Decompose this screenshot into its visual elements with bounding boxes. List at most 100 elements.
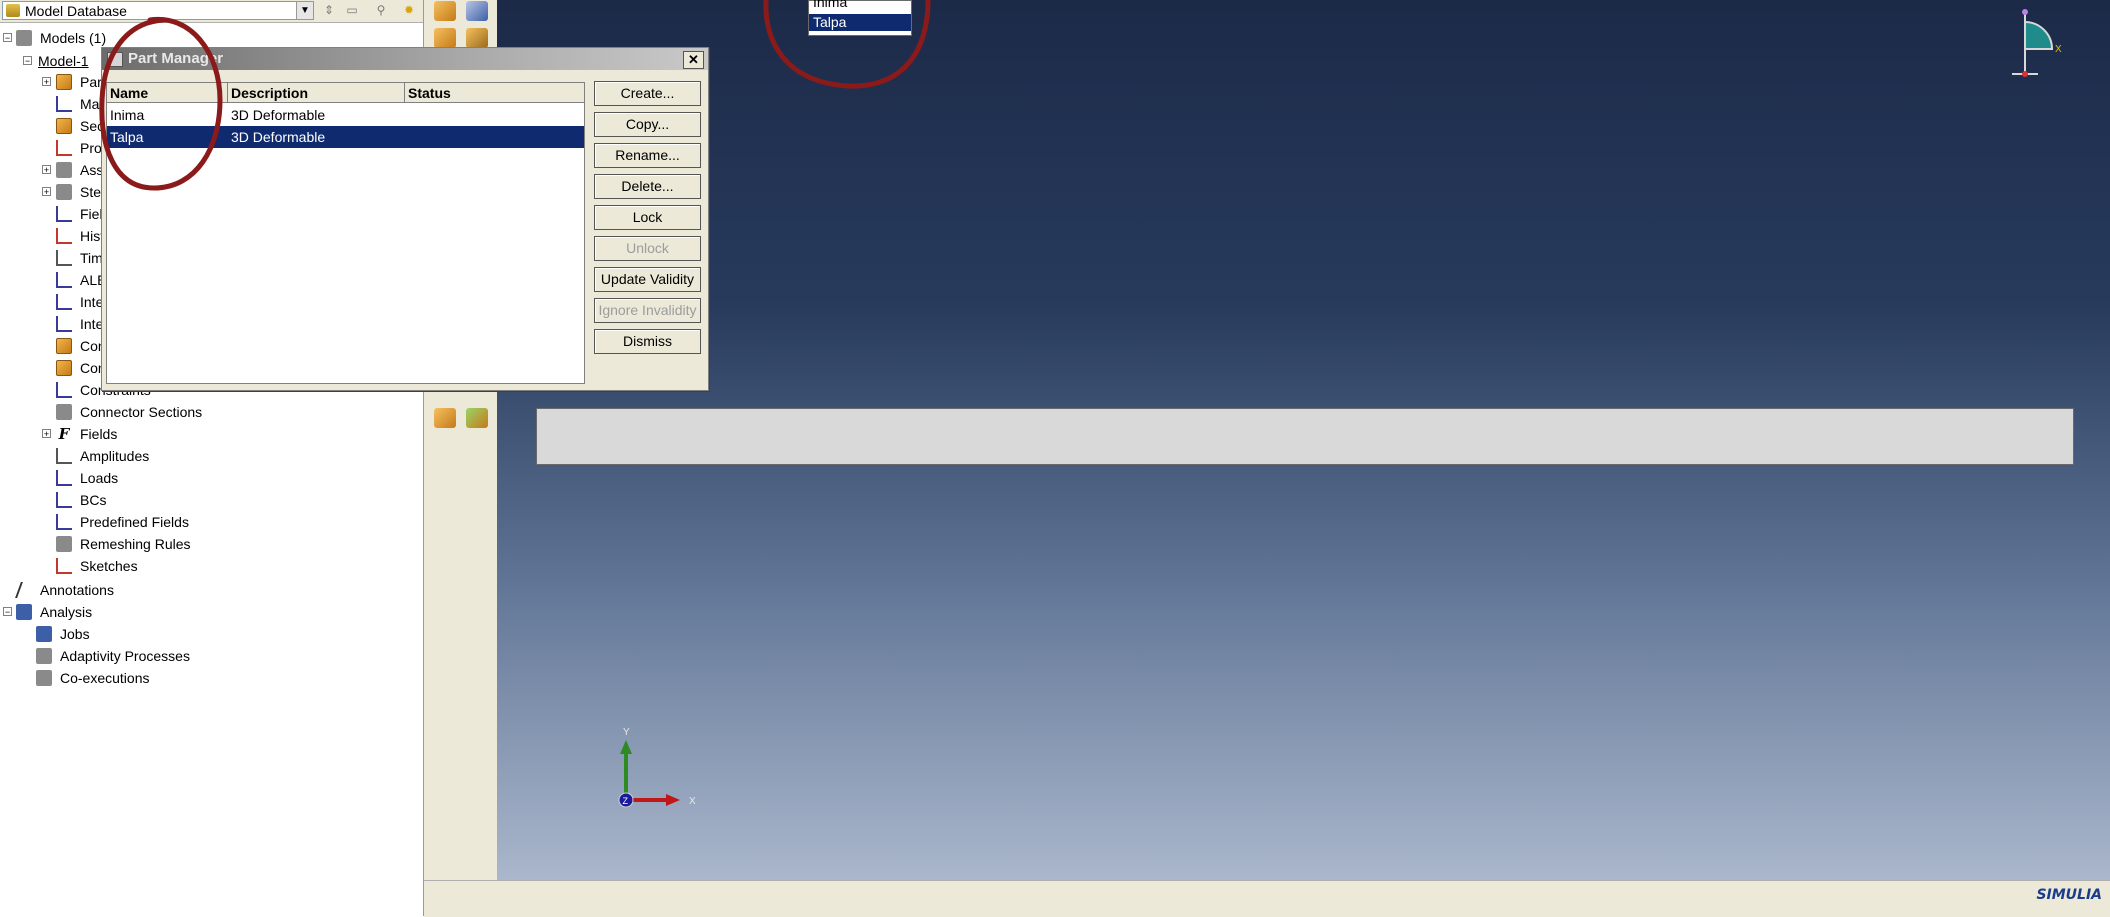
- column-header-name[interactable]: Name: [107, 83, 228, 103]
- amplitudes-icon: [56, 448, 72, 464]
- expand-icon[interactable]: +: [42, 429, 51, 439]
- column-header-description[interactable]: Description: [228, 83, 405, 103]
- part-list-item[interactable]: Inima: [809, 0, 911, 11]
- table-row[interactable]: Inima 3D Deformable: [107, 104, 584, 126]
- edit-feature-icon[interactable]: [466, 28, 488, 48]
- dismiss-button[interactable]: Dismiss: [594, 329, 701, 354]
- close-icon[interactable]: ✕: [683, 51, 704, 69]
- unlock-button[interactable]: Unlock: [594, 236, 701, 261]
- lock-button[interactable]: Lock: [594, 205, 701, 230]
- field-output-icon: [56, 206, 72, 222]
- collapse-icon[interactable]: −: [3, 33, 12, 43]
- table-row-selected[interactable]: Talpa 3D Deformable: [107, 126, 584, 148]
- parts-table: Name Description Status Inima 3D Deforma…: [106, 82, 585, 384]
- tree-node-label: BCs: [80, 492, 107, 508]
- filter-tree-icon[interactable]: ⚲: [372, 2, 390, 19]
- sections-icon: [56, 118, 72, 134]
- part-list-item-selected[interactable]: Talpa: [809, 14, 911, 31]
- jobs-icon: [36, 626, 52, 642]
- delete-button[interactable]: Delete...: [594, 174, 701, 199]
- cell-name: Inima: [110, 107, 145, 123]
- fields-icon: F: [58, 425, 70, 443]
- triad-z-label: Z: [623, 796, 629, 806]
- models-icon: [16, 30, 32, 46]
- collapse-icon[interactable]: −: [3, 607, 12, 617]
- create-feature-icon[interactable]: [434, 28, 456, 48]
- annotations-icon: [15, 582, 37, 598]
- column-header-status[interactable]: Status: [405, 83, 584, 103]
- expand-icon[interactable]: +: [42, 187, 51, 197]
- contact-controls-icon: [56, 338, 72, 354]
- tree-node-co-executions[interactable]: Co-executions: [0, 668, 420, 688]
- create-button[interactable]: Create...: [594, 81, 701, 106]
- tree-node-label: Co-executions: [60, 670, 150, 686]
- tree-node-models[interactable]: − Models (1): [0, 28, 420, 48]
- tree-node-label: Fields: [80, 426, 118, 442]
- loads-icon: [56, 470, 72, 486]
- tree-node-annotations[interactable]: Annotations: [0, 580, 420, 600]
- database-icon: [6, 4, 20, 17]
- cell-description: 3D Deformable: [231, 107, 326, 123]
- tree-node-label: Remeshing Rules: [80, 536, 191, 552]
- cell-name: Talpa: [110, 129, 144, 145]
- tree-node-label: Connector Sections: [80, 404, 203, 420]
- parts-icon: [56, 74, 72, 90]
- lightbulb-icon[interactable]: ✹: [400, 2, 418, 19]
- dialog-titlebar[interactable]: Part Manager ✕: [102, 48, 708, 70]
- sketches-icon: [56, 558, 72, 574]
- adaptivity-icon: [36, 648, 52, 664]
- tree-node-fields[interactable]: + F Fields: [0, 424, 420, 444]
- time-points-icon: [56, 250, 72, 266]
- chevron-down-icon[interactable]: ▼: [296, 2, 313, 19]
- part-manager-tool-icon[interactable]: [466, 1, 488, 21]
- part-tool-icon[interactable]: [434, 1, 456, 21]
- copy-button[interactable]: Copy...: [594, 112, 701, 137]
- interaction-properties-icon: [56, 316, 72, 332]
- dialog-title: Part Manager: [128, 50, 224, 67]
- part-list-dropdown[interactable]: Inima Talpa: [808, 0, 912, 36]
- dialog-window-icon: [107, 52, 123, 67]
- model-database-selector[interactable]: Model Database ▼: [2, 1, 314, 20]
- prompt-area[interactable]: [536, 408, 2074, 465]
- tree-node-jobs[interactable]: Jobs: [0, 624, 420, 644]
- update-validity-button[interactable]: Update Validity: [594, 267, 701, 292]
- materials-icon: [56, 96, 72, 112]
- tree-node-connector-sections[interactable]: Connector Sections: [0, 402, 420, 422]
- tree-node-label: Sketches: [80, 558, 138, 574]
- rename-button[interactable]: Rename...: [594, 143, 701, 168]
- repair-tool-icon[interactable]: [466, 408, 488, 428]
- tree-node-bcs[interactable]: BCs: [0, 490, 420, 510]
- collapse-tree-icon[interactable]: ▭: [343, 2, 361, 19]
- expand-icon[interactable]: +: [42, 165, 51, 175]
- tree-node-sketches[interactable]: Sketches: [0, 556, 420, 576]
- tree-node-label: Predefined Fields: [80, 514, 189, 530]
- model-database-label: Model Database: [25, 3, 127, 19]
- collapse-icon[interactable]: −: [23, 56, 32, 66]
- predefined-fields-icon: [56, 514, 72, 530]
- history-output-icon: [56, 228, 72, 244]
- co-executions-icon: [36, 670, 52, 686]
- tree-node-analysis[interactable]: − Analysis: [0, 602, 420, 622]
- connector-sections-icon: [56, 404, 72, 420]
- ignore-invalidity-button[interactable]: Ignore Invalidity: [594, 298, 701, 323]
- triad-y-label: Y: [623, 728, 630, 738]
- tree-node-adaptivity[interactable]: Adaptivity Processes: [0, 646, 420, 666]
- view-axis-x-label: X: [2055, 44, 2062, 55]
- coordinate-triad: Y Z X: [618, 728, 696, 808]
- tree-node-remeshing-rules[interactable]: Remeshing Rules: [0, 534, 420, 554]
- expand-icon[interactable]: +: [42, 77, 51, 87]
- tree-node-label: Models (1): [40, 30, 107, 46]
- ale-icon: [56, 272, 72, 288]
- tree-node-label: Loads: [80, 470, 119, 486]
- tree-node-loads[interactable]: Loads: [0, 468, 420, 488]
- tree-node-predefined-fields[interactable]: Predefined Fields: [0, 512, 420, 532]
- view-orientation-icon[interactable]: X: [2010, 4, 2080, 80]
- part-manager-dialog: Part Manager ✕ Name Description Status I…: [101, 47, 709, 391]
- simulia-logo: SIMULIA: [2036, 887, 2102, 903]
- cell-description: 3D Deformable: [231, 129, 326, 145]
- status-bar: SIMULIA: [424, 880, 2110, 917]
- sort-arrows-icon[interactable]: ⇕: [320, 2, 338, 19]
- partition-tool-icon[interactable]: [434, 408, 456, 428]
- tree-node-amplitudes[interactable]: Amplitudes: [0, 446, 420, 466]
- analysis-icon: [16, 604, 32, 620]
